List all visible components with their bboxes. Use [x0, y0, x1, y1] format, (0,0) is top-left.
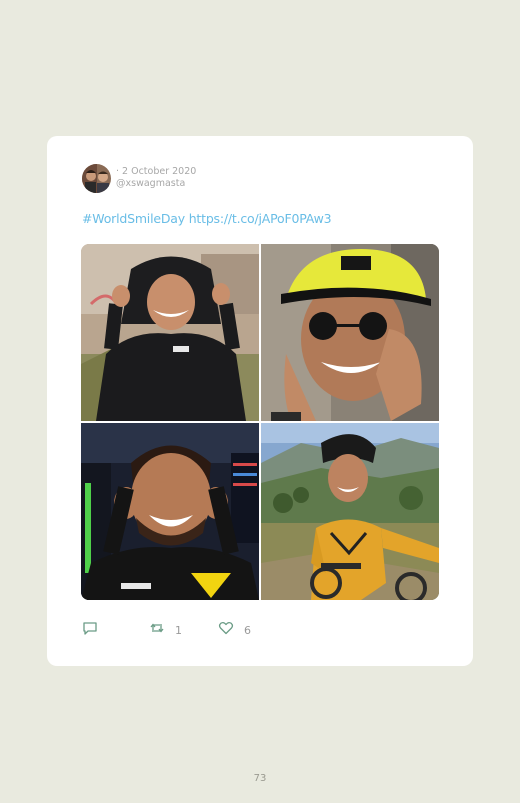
media-grid [81, 244, 439, 600]
tweet-actions: 1 6 [82, 620, 442, 638]
tweet-text[interactable]: #WorldSmileDay https://t.co/jAPoF0PAw3 [82, 211, 332, 226]
tweet-photo[interactable] [81, 423, 259, 600]
page-number: 73 [253, 773, 267, 784]
tweet-date: · 2 October 2020 [116, 166, 197, 177]
retweet-button[interactable]: 1 [149, 620, 182, 640]
like-count: 6 [244, 623, 251, 637]
avatar[interactable] [82, 164, 111, 193]
tweet-meta: · 2 October 2020 @xswagmasta [116, 166, 196, 190]
retweet-count: 1 [175, 623, 182, 637]
heart-icon [218, 620, 234, 640]
reply-icon [82, 620, 98, 640]
tweet-photo[interactable] [81, 244, 259, 421]
tweet-photo[interactable] [261, 244, 439, 421]
retweet-icon [149, 620, 165, 640]
tweet-card: · 2 October 2020 @xswagmasta #WorldSmile… [47, 136, 473, 666]
reply-button[interactable] [82, 620, 98, 640]
tweet-photo[interactable] [261, 423, 439, 600]
like-button[interactable]: 6 [218, 620, 251, 640]
user-handle[interactable]: @xswagmasta [116, 178, 196, 190]
